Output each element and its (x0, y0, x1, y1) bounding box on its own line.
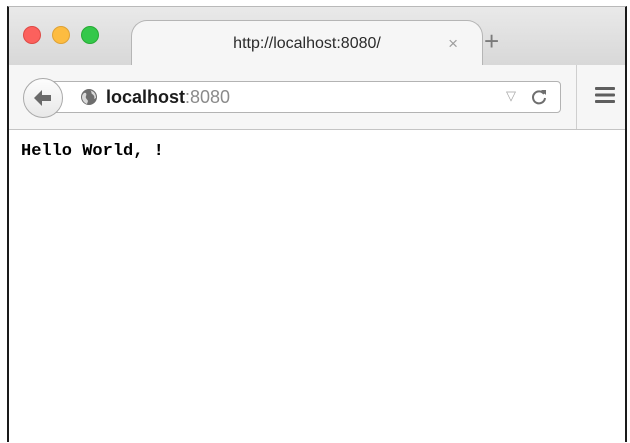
url-host: localhost (106, 87, 186, 107)
browser-window: http://localhost:8080/ × + localhost:808… (7, 6, 627, 442)
zoom-window-button[interactable] (81, 26, 99, 44)
tab-title: http://localhost:8080/ (233, 35, 381, 52)
page-body-text: Hello World, ! (21, 142, 164, 161)
browser-tab[interactable]: http://localhost:8080/ × (131, 20, 483, 66)
navigation-toolbar: localhost:8080 ▽ (9, 65, 625, 130)
url-text: localhost:8080 (106, 87, 230, 108)
back-button[interactable] (23, 78, 63, 118)
close-window-button[interactable] (23, 26, 41, 44)
globe-icon (80, 88, 98, 111)
url-port: :8080 (185, 87, 231, 107)
dropdown-arrow-icon[interactable]: ▽ (506, 88, 516, 104)
new-tab-button[interactable]: + (484, 28, 499, 54)
back-arrow-icon (34, 90, 51, 106)
reload-icon[interactable] (530, 88, 548, 111)
minimize-window-button[interactable] (52, 26, 70, 44)
menu-button[interactable] (576, 65, 625, 129)
url-bar[interactable]: localhost:8080 ▽ (49, 81, 561, 113)
tab-close-icon[interactable]: × (448, 35, 458, 53)
hamburger-menu-icon (595, 87, 615, 103)
page-content: Hello World, ! (9, 130, 625, 442)
title-bar: http://localhost:8080/ × + (9, 7, 625, 66)
